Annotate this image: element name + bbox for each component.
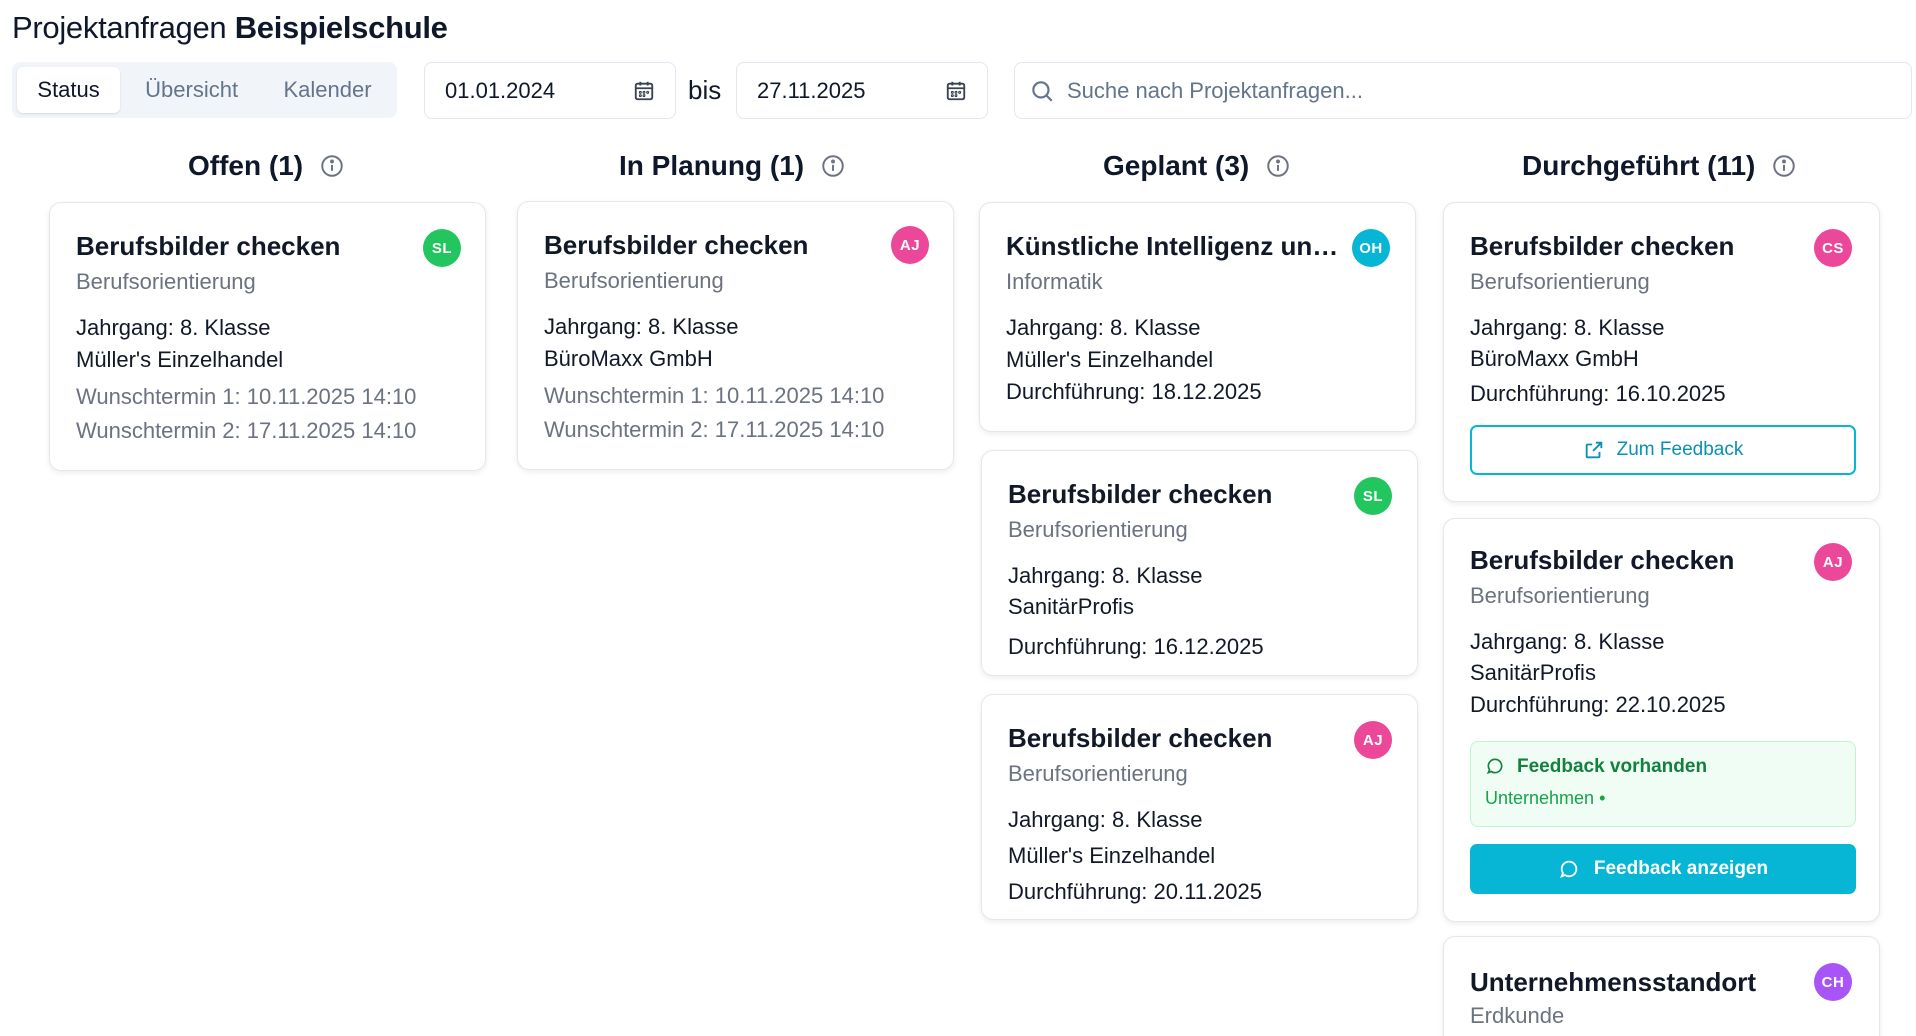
- date-to-field[interactable]: 27.11.2025: [736, 62, 988, 119]
- card-company: Müller's Einzelhandel: [1006, 347, 1214, 372]
- avatar: CS: [1814, 229, 1852, 267]
- card-title: Berufsbilder checken: [1008, 723, 1273, 753]
- avatar: OH: [1352, 229, 1390, 267]
- column-header-durchgefuehrt: Durchgeführt (11): [1522, 150, 1797, 182]
- column-title: Offen: [188, 150, 262, 181]
- column-header-geplant: Geplant (3): [1103, 150, 1291, 182]
- search-bar: [1014, 62, 1912, 119]
- card-execution-date: Durchführung: 16.12.2025: [1008, 634, 1264, 659]
- feedback-anzeigen-button[interactable]: Feedback anzeigen: [1470, 844, 1856, 894]
- card-grade: Jahrgang: 8. Klasse: [1008, 563, 1203, 588]
- card-grade: Jahrgang: 8. Klasse: [1470, 629, 1665, 654]
- tab-kalender[interactable]: Kalender: [263, 67, 392, 113]
- page-title-school: Beispielschule: [234, 10, 448, 45]
- info-icon[interactable]: [1265, 153, 1291, 179]
- date-from-value: 01.01.2024: [445, 77, 556, 103]
- card-wish-date-1: Wunschtermin 1: 10.11.2025 14:10: [76, 384, 417, 409]
- column-count: (1): [268, 150, 304, 181]
- chat-bubble-icon: [1485, 756, 1507, 778]
- feedback-title: Feedback vorhanden: [1517, 756, 1708, 777]
- avatar: SL: [1354, 477, 1392, 515]
- card-wish-date-2: Wunschtermin 2: 17.11.2025 14:10: [544, 417, 885, 442]
- avatar: CH: [1814, 963, 1852, 1001]
- external-link-icon: [1583, 439, 1605, 461]
- card-execution-date: Durchführung: 16.10.2025: [1470, 381, 1726, 406]
- info-icon[interactable]: [1771, 153, 1797, 179]
- zum-feedback-button[interactable]: Zum Feedback: [1470, 425, 1856, 475]
- tab-uebersicht[interactable]: Übersicht: [124, 67, 259, 113]
- card-subject: Berufsorientierung: [76, 269, 256, 294]
- card-title: Berufsbilder checken: [76, 231, 341, 261]
- card-title: Unternehmensstandort: [1470, 967, 1757, 997]
- card-subject: Erdkunde: [1470, 1003, 1565, 1028]
- request-card[interactable]: Berufsbilder checken AJ Berufsorientieru…: [981, 694, 1418, 920]
- avatar: AJ: [1814, 543, 1852, 581]
- avatar: AJ: [891, 226, 929, 264]
- card-grade: Jahrgang: 8. Klasse: [1008, 807, 1203, 832]
- card-subject: Berufsorientierung: [1008, 761, 1188, 786]
- request-card[interactable]: Unternehmensstandort CH Erdkunde: [1443, 936, 1880, 1036]
- card-company: SanitärProfis: [1008, 594, 1134, 619]
- calendar-icon[interactable]: [945, 80, 967, 102]
- card-wish-date-2: Wunschtermin 2: 17.11.2025 14:10: [76, 418, 417, 443]
- card-title: Berufsbilder checken: [1470, 231, 1735, 261]
- column-title: In Planung: [619, 150, 763, 181]
- card-subject: Berufsorientierung: [1470, 269, 1650, 294]
- card-title: Künstliche Intelligenz und...: [1006, 231, 1346, 261]
- card-grade: Jahrgang: 8. Klasse: [1470, 315, 1665, 340]
- avatar: SL: [423, 229, 461, 267]
- card-subject: Berufsorientierung: [544, 268, 724, 293]
- view-tabs: Status Übersicht Kalender: [12, 62, 397, 118]
- card-wish-date-1: Wunschtermin 1: 10.11.2025 14:10: [544, 383, 885, 408]
- card-execution-date: Durchführung: 20.11.2025: [1008, 879, 1262, 904]
- zum-feedback-label: Zum Feedback: [1616, 439, 1744, 460]
- card-subject: Informatik: [1006, 269, 1103, 294]
- calendar-icon[interactable]: [633, 80, 655, 102]
- column-count: (3): [1215, 150, 1250, 181]
- card-grade: Jahrgang: 8. Klasse: [544, 314, 739, 339]
- card-title: Berufsbilder checken: [544, 230, 809, 260]
- request-card[interactable]: Berufsbilder checken AJ Berufsorientieru…: [517, 201, 954, 470]
- info-icon[interactable]: [319, 153, 345, 179]
- tab-status[interactable]: Status: [17, 67, 121, 113]
- card-execution-date: Durchführung: 22.10.2025: [1470, 692, 1726, 717]
- request-card[interactable]: Berufsbilder checken SL Berufsorientieru…: [49, 202, 486, 471]
- card-title: Berufsbilder checken: [1470, 545, 1735, 575]
- feedback-status-box: Feedback vorhanden Unternehmen •: [1470, 741, 1856, 827]
- request-card[interactable]: Künstliche Intelligenz und... OH Informa…: [979, 202, 1416, 432]
- card-company: BüroMaxx GmbH: [1470, 346, 1639, 371]
- feedback-source: Unternehmen •: [1485, 788, 1606, 808]
- page-title: Projektanfragen Beispielschule: [12, 10, 448, 46]
- column-title: Durchgeführt: [1522, 150, 1700, 181]
- request-card[interactable]: Berufsbilder checken AJ Berufsorientieru…: [1443, 518, 1880, 922]
- date-from-field[interactable]: 01.01.2024: [424, 62, 676, 119]
- date-to-value: 27.11.2025: [757, 77, 866, 103]
- column-count: (1): [769, 150, 805, 181]
- search-input[interactable]: [1067, 77, 1897, 104]
- search-icon: [1029, 78, 1055, 104]
- card-company: SanitärProfis: [1470, 660, 1596, 685]
- request-card[interactable]: Berufsbilder checken SL Berufsorientieru…: [981, 450, 1418, 676]
- card-title: Berufsbilder checken: [1008, 479, 1273, 509]
- card-subject: Berufsorientierung: [1470, 583, 1650, 608]
- card-grade: Jahrgang: 8. Klasse: [76, 315, 271, 340]
- card-company: Müller's Einzelhandel: [76, 347, 284, 372]
- column-title: Geplant: [1103, 150, 1208, 181]
- info-icon[interactable]: [820, 153, 846, 179]
- card-company: BüroMaxx GmbH: [544, 346, 713, 371]
- feedback-anzeigen-label: Feedback anzeigen: [1593, 858, 1769, 879]
- card-subject: Berufsorientierung: [1008, 517, 1188, 542]
- column-header-in-planung: In Planung (1): [619, 150, 846, 182]
- page-title-prefix: Projektanfragen: [12, 10, 227, 45]
- card-execution-date: Durchführung: 18.12.2025: [1006, 379, 1262, 404]
- card-company: Müller's Einzelhandel: [1008, 843, 1216, 868]
- avatar: AJ: [1354, 721, 1392, 759]
- column-count: (11): [1707, 150, 1756, 181]
- request-card[interactable]: Berufsbilder checken CS Berufsorientieru…: [1443, 202, 1880, 502]
- column-header-offen: Offen (1): [188, 150, 345, 182]
- chat-bubble-icon: [1558, 858, 1580, 880]
- date-range-separator: bis: [688, 75, 722, 105]
- card-grade: Jahrgang: 8. Klasse: [1006, 315, 1201, 340]
